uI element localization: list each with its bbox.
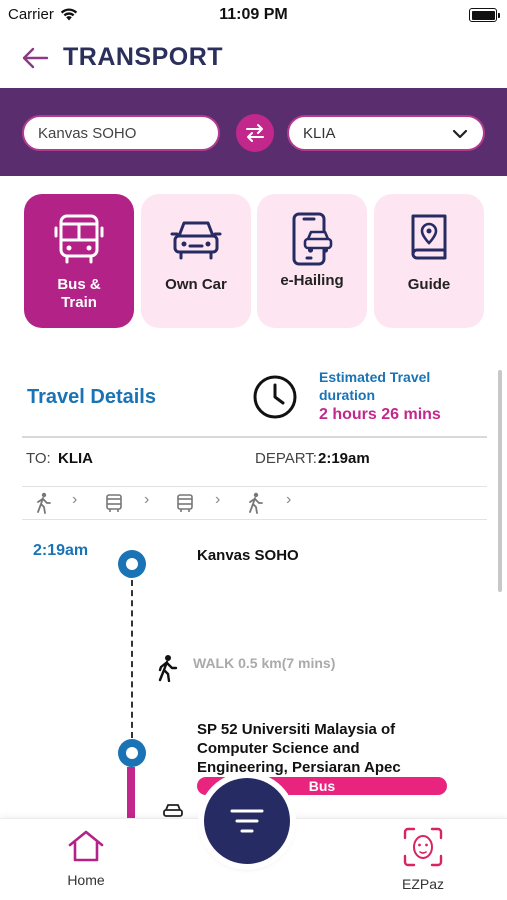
home-icon: [68, 830, 104, 862]
to-value: KLIA: [58, 450, 93, 467]
destination-select[interactable]: KLIA: [287, 115, 485, 151]
walk-icon: [158, 655, 178, 682]
travel-details-title: Travel Details: [27, 386, 156, 408]
origin-input[interactable]: Kanvas SOHO: [22, 115, 220, 151]
mode-label: Bus & Train: [57, 276, 101, 311]
battery-icon: [469, 8, 500, 22]
clock-icon: [253, 375, 297, 419]
step-walk: [246, 492, 264, 514]
car-icon: [163, 804, 183, 817]
filter-menu-icon: [230, 809, 264, 833]
mode-label: Own Car: [165, 276, 227, 293]
estimated-duration-value: 2 hours 26 mins: [319, 406, 441, 423]
route-selector: Kanvas SOHO KLIA: [0, 88, 507, 176]
app-header: TRANSPORT: [0, 30, 507, 88]
trip-summary-row: TO: KLIA DEPART: 2:19am: [26, 448, 486, 472]
chevron-right-icon: ›: [286, 491, 292, 508]
chevron-right-icon: ›: [72, 491, 78, 508]
scrollbar[interactable]: [498, 370, 502, 592]
walk-path-line: [131, 580, 133, 738]
depart-value: 2:19am: [318, 450, 370, 467]
page-title: TRANSPORT: [63, 43, 224, 71]
mode-label: Guide: [407, 276, 451, 293]
transport-mode-tabs: Bus & Train Own Car e-Hailing Guide: [0, 194, 507, 328]
step-bus: [104, 492, 124, 514]
back-button[interactable]: [20, 44, 54, 72]
nav-home[interactable]: Home: [58, 829, 114, 888]
walk-segment-text: WALK 0.5 km(7 mins): [193, 655, 336, 671]
stop-marker: [118, 739, 146, 767]
departure-time: 2:19am: [33, 542, 89, 559]
walk-icon: [249, 492, 263, 514]
to-label: TO:: [26, 450, 51, 467]
mode-own-car[interactable]: Own Car: [141, 194, 251, 328]
chevron-right-icon: ›: [144, 491, 150, 508]
filter-menu-button[interactable]: [204, 778, 290, 864]
travel-details-header: Travel Details Estimated Travel duration…: [22, 362, 487, 436]
trip-steps-strip: › › › ›: [22, 486, 487, 520]
map-book-icon: [411, 214, 447, 260]
status-bar: Carrier 11:09 PM: [0, 0, 507, 30]
arrow-left-icon: [22, 47, 49, 69]
bus-icon: [177, 494, 193, 512]
swap-route-button[interactable]: [236, 114, 274, 152]
divider: [22, 436, 487, 438]
step-bus: [175, 492, 195, 514]
mode-guide[interactable]: Guide: [374, 194, 484, 328]
bus-icon: [106, 494, 122, 512]
swap-arrows-icon: [246, 124, 264, 142]
nav-ezpaz[interactable]: EZPaz: [392, 827, 454, 892]
nav-ezpaz-label: EZPaz: [401, 876, 444, 892]
bus-stop-name: SP 52 Universiti Malaysia of Computer Sc…: [197, 721, 401, 776]
chevron-right-icon: ›: [215, 491, 221, 508]
mode-e-hailing[interactable]: e-Hailing: [257, 194, 367, 328]
face-scan-icon: [403, 827, 443, 867]
nav-home-label: Home: [67, 872, 105, 888]
origin-stop: Kanvas SOHO: [197, 547, 299, 564]
route-timeline: 2:19am Kanvas SOHO WALK 0.5 km(7 mins) S…: [0, 528, 507, 835]
destination-value: KLIA: [303, 124, 336, 142]
car-icon: [170, 221, 222, 260]
origin-value: Kanvas SOHO: [38, 124, 137, 142]
estimated-duration-label: Estimated Travel duration: [319, 369, 431, 403]
depart-label: DEPART:: [255, 450, 317, 467]
walk-icon: [37, 492, 51, 514]
mode-bus-train[interactable]: Bus & Train: [24, 194, 134, 328]
status-time: 11:09 PM: [219, 6, 288, 23]
phone-car-icon: [292, 212, 333, 266]
stop-marker: [118, 550, 146, 578]
mode-label: e-Hailing: [280, 272, 344, 289]
bus-icon: [54, 214, 104, 264]
chevron-down-icon: [452, 129, 468, 139]
step-walk: [34, 492, 52, 514]
